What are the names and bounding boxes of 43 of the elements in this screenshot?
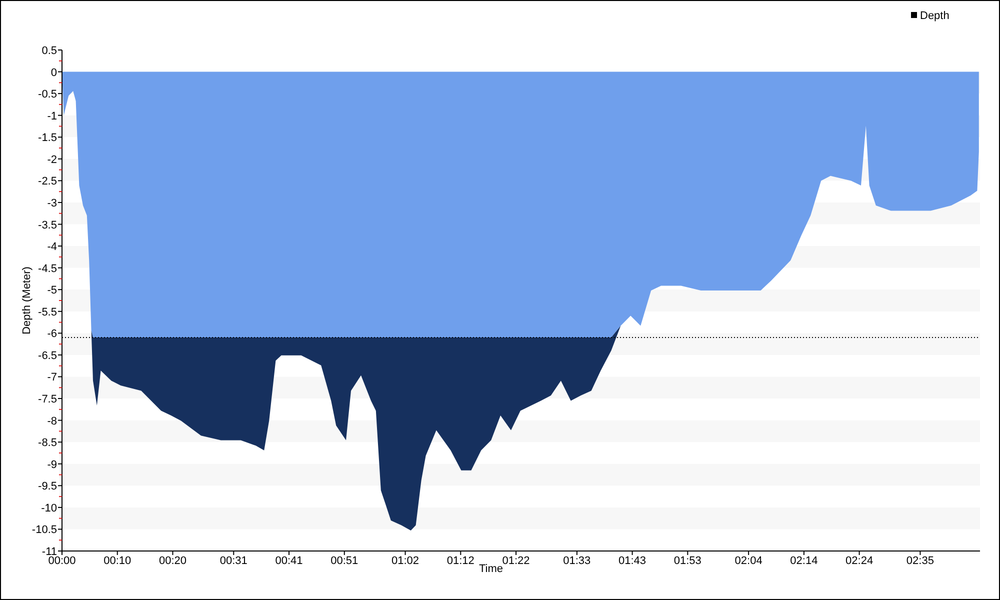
legend-label: Depth bbox=[920, 10, 950, 22]
x-tick-label: 01:22 bbox=[502, 555, 530, 567]
x-tick-label: 02:04 bbox=[734, 555, 762, 567]
y-tick-label: 0.5 bbox=[42, 45, 57, 57]
y-axis-title: Depth (Meter) bbox=[21, 266, 33, 334]
x-tick-label: 00:51 bbox=[330, 555, 358, 567]
y-tick-label: -8 bbox=[47, 415, 57, 428]
x-tick-label: 00:20 bbox=[158, 555, 186, 567]
legend-marker bbox=[911, 12, 917, 18]
y-tick-label: -10.5 bbox=[32, 524, 57, 536]
x-tick-label: 02:14 bbox=[790, 555, 818, 567]
y-tick-label: -3 bbox=[47, 197, 57, 210]
y-tick-label: -2 bbox=[47, 154, 57, 166]
y-tick-label: -1 bbox=[47, 110, 57, 122]
y-tick-label: -5.5 bbox=[38, 306, 57, 318]
x-axis-title: Time bbox=[478, 563, 504, 575]
x-tick-label: 00:10 bbox=[104, 555, 132, 567]
y-tick-label: -9.5 bbox=[38, 480, 57, 493]
x-tick-label: 01:43 bbox=[618, 555, 646, 567]
x-tick-label: 00:00 bbox=[48, 555, 76, 567]
y-tick-label: -1.5 bbox=[38, 132, 57, 144]
y-tick-label: -10 bbox=[41, 502, 57, 514]
y-tick-label: -7 bbox=[47, 372, 57, 384]
y-tick-label: -9 bbox=[47, 458, 57, 471]
y-tick-label: -6 bbox=[47, 328, 57, 340]
x-tick-label: 01:12 bbox=[446, 555, 474, 567]
x-tick-label: 00:31 bbox=[220, 555, 248, 567]
y-tick-label: -3.5 bbox=[38, 219, 57, 232]
x-tick-label: 01:02 bbox=[392, 555, 420, 567]
x-tick-label: 02:35 bbox=[906, 555, 934, 567]
y-tick-label: -7.5 bbox=[38, 394, 57, 406]
y-tick-label: 0 bbox=[50, 66, 57, 79]
y-tick-label: -4 bbox=[47, 241, 57, 254]
y-tick-label: -2.5 bbox=[38, 176, 57, 188]
y-tick-label: -4.5 bbox=[38, 262, 57, 275]
x-tick-label: 02:24 bbox=[846, 555, 874, 567]
x-tick-label: 01:33 bbox=[563, 555, 591, 567]
y-tick-label: -5 bbox=[47, 284, 57, 297]
y-tick-label: -6.5 bbox=[38, 350, 57, 362]
x-tick-label: 01:53 bbox=[674, 555, 702, 567]
y-tick-label: -8.5 bbox=[38, 437, 57, 450]
y-tick-label: -0.5 bbox=[38, 88, 57, 101]
x-tick-label: 00:41 bbox=[275, 555, 303, 567]
